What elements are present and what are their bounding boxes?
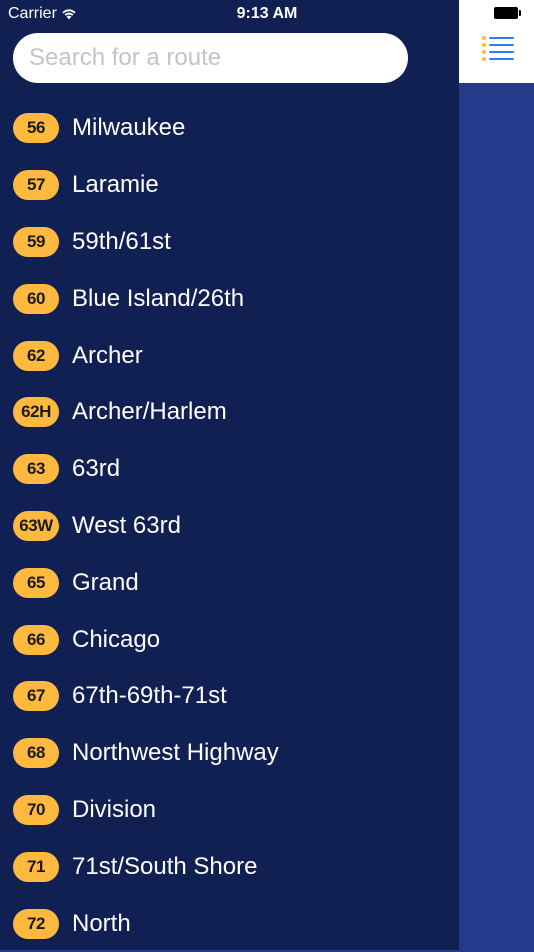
search-input[interactable] <box>13 33 408 83</box>
route-list-item[interactable]: 65 Grand <box>0 554 459 611</box>
route-name: 67th-69th-71st <box>72 682 227 710</box>
route-name: Archer/Harlem <box>72 398 227 426</box>
route-name: Archer <box>72 341 143 369</box>
route-list-item[interactable]: 67 67th-69th-71st <box>0 668 459 725</box>
route-name: Division <box>72 795 157 823</box>
route-name: West 63rd <box>72 511 181 539</box>
route-number-badge: 68 <box>13 738 59 769</box>
route-list-item[interactable]: 66 Chicago <box>0 611 459 668</box>
route-list-item[interactable]: 57 Laramie <box>0 157 459 214</box>
route-list-item[interactable]: 56 Milwaukee <box>0 100 459 157</box>
route-list-item[interactable]: 62H Archer/Harlem <box>0 384 459 441</box>
route-list-item[interactable]: 72 North <box>0 895 459 952</box>
status-bar: Carrier 9:13 AM <box>0 0 534 28</box>
status-time: 9:13 AM <box>236 5 298 22</box>
route-number-badge: 66 <box>13 624 59 655</box>
route-list-item[interactable]: 70 Division <box>0 782 459 839</box>
route-list-item[interactable]: 62 Archer <box>0 327 459 384</box>
route-number-badge: 70 <box>13 794 59 825</box>
route-list-item[interactable]: 59 59th/61st <box>0 214 459 271</box>
route-list-item[interactable]: 71 71st/South Shore <box>0 838 459 895</box>
route-list-item[interactable]: 60 Blue Island/26th <box>0 270 459 327</box>
route-name: Chicago <box>72 625 161 653</box>
route-name: Grand <box>72 568 139 596</box>
route-number-badge: 65 <box>13 567 59 598</box>
route-number-badge: 56 <box>13 113 59 144</box>
route-number-badge: 72 <box>13 908 59 939</box>
route-number-badge: 63 <box>13 454 59 485</box>
route-name: Blue Island/26th <box>72 284 245 312</box>
route-list-item[interactable]: 68 Northwest Highway <box>0 725 459 782</box>
route-name: Northwest Highway <box>72 739 279 767</box>
route-number-badge: 62H <box>13 397 59 428</box>
route-number-badge: 62 <box>13 340 59 371</box>
main-content-panel <box>459 0 534 950</box>
route-name: North <box>72 909 131 937</box>
route-list-item[interactable]: 63W West 63rd <box>0 498 459 555</box>
route-number-badge: 63W <box>13 510 59 541</box>
route-name: 59th/61st <box>72 227 171 255</box>
route-list: 56 Milwaukee 57 Laramie 59 59th/61st 60 … <box>0 100 459 952</box>
route-name: Milwaukee <box>72 114 186 142</box>
route-number-badge: 71 <box>13 851 59 882</box>
route-name: Laramie <box>72 171 159 199</box>
battery-icon <box>494 7 522 19</box>
route-number-badge: 60 <box>13 283 59 314</box>
route-list-item[interactable]: 63 63rd <box>0 441 459 498</box>
route-number-badge: 67 <box>13 681 59 712</box>
route-name: 71st/South Shore <box>72 852 258 880</box>
list-menu-icon[interactable] <box>480 34 516 62</box>
route-number-badge: 57 <box>13 170 59 201</box>
route-name: 63rd <box>72 455 121 483</box>
route-number-badge: 59 <box>13 226 59 257</box>
